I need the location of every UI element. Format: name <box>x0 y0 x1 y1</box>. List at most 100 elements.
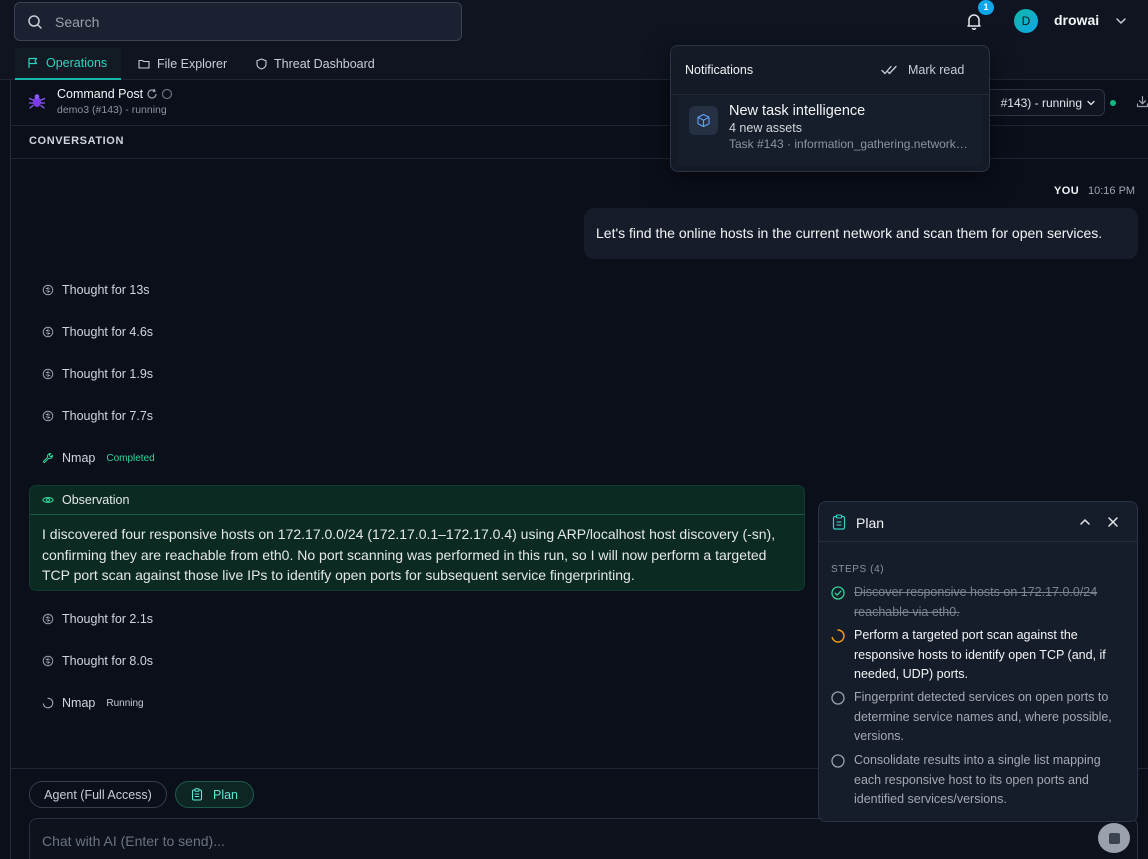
plan-step: Perform a targeted port scan against the… <box>831 626 1131 685</box>
flag-icon <box>27 57 39 69</box>
command-post-subtitle: demo3 (#143) - running <box>57 104 167 116</box>
tool-call-step[interactable]: Nmap Completed <box>42 451 155 465</box>
eye-icon <box>42 494 54 506</box>
command-post-status <box>146 88 173 100</box>
shield-icon <box>256 58 267 70</box>
avatar[interactable]: D <box>1014 9 1038 33</box>
plan-step: Consolidate results into a single list m… <box>831 751 1131 810</box>
notification-badge: 1 <box>978 0 994 15</box>
observation-label: Observation <box>62 493 130 507</box>
plan-step-text: Fingerprint detected services on open po… <box>854 690 1112 743</box>
tab-label: File Explorer <box>157 57 228 71</box>
section-label: CONVERSATION <box>29 135 125 147</box>
brain-icon <box>42 368 54 380</box>
username[interactable]: drowai <box>1054 12 1099 28</box>
brain-icon <box>42 326 54 338</box>
chevron-up-icon[interactable] <box>1078 515 1092 529</box>
chevron-down-icon <box>1086 98 1096 108</box>
task-selector-value: #143) - running <box>1000 95 1082 110</box>
search-input[interactable]: Search <box>55 14 99 30</box>
status-badge: Completed <box>106 452 155 464</box>
thought-step[interactable]: Thought for 4.6s <box>42 325 153 339</box>
user-message: Let's find the online hosts in the curre… <box>584 208 1138 259</box>
tool-label: Nmap <box>62 696 96 710</box>
thought-label: Thought for 2.1s <box>62 612 154 626</box>
plan-step: Fingerprint detected services on open po… <box>831 688 1131 747</box>
mark-read-label: Mark read <box>908 63 965 77</box>
plan-step-text: Perform a targeted port scan against the… <box>854 628 1106 681</box>
tab-file-explorer[interactable]: File Explorer <box>126 48 239 80</box>
cube-icon <box>689 106 718 135</box>
tab-operations[interactable]: Operations <box>15 48 121 80</box>
thought-step[interactable]: Thought for 13s <box>42 283 150 297</box>
download-icon[interactable] <box>1136 95 1148 108</box>
observation-text: I discovered four responsive hosts on 17… <box>42 526 776 583</box>
refresh-icon[interactable] <box>146 88 158 100</box>
task-selector[interactable]: #143) - running <box>983 89 1105 116</box>
notification-item[interactable]: New task intelligence 4 new assets Task … <box>677 96 983 166</box>
message-timestamp: 10:16 PM <box>1088 185 1136 197</box>
thought-step[interactable]: Thought for 2.1s <box>42 612 153 626</box>
thought-step[interactable]: Thought for 8.0s <box>42 654 153 668</box>
status-badge: Running <box>106 697 144 709</box>
command-post-title: Command Post <box>57 87 144 101</box>
tab-label: Operations <box>46 56 108 70</box>
tab-threat-dashboard[interactable]: Threat Dashboard <box>244 48 387 80</box>
observation-header[interactable]: Observation <box>30 486 804 515</box>
spinner-icon <box>42 697 54 709</box>
tool-label: Nmap <box>62 451 96 465</box>
thought-label: Thought for 4.6s <box>62 325 154 339</box>
thought-label: Thought for 7.7s <box>62 409 154 423</box>
observation-card: Observation I discovered four responsive… <box>29 485 805 591</box>
plan-panel: Plan STEPS (4) Discover responsive hosts… <box>818 501 1138 822</box>
wrench-icon <box>42 452 54 464</box>
brain-icon <box>42 613 54 625</box>
stop-icon <box>1108 832 1120 844</box>
brain-icon <box>42 284 54 296</box>
notification-title: New task intelligence <box>729 103 866 119</box>
circle-icon <box>831 754 845 810</box>
check-circle-icon <box>831 586 845 622</box>
search-bar[interactable]: Search <box>14 2 462 41</box>
in-progress-icon <box>831 629 845 685</box>
steps-label: STEPS (4) <box>831 564 885 575</box>
brain-icon <box>42 410 54 422</box>
panel-divider <box>10 80 11 859</box>
plan-button-label: Plan <box>212 787 239 802</box>
thought-label: Thought for 13s <box>62 283 150 297</box>
mark-read-button[interactable]: Mark read <box>881 63 964 77</box>
notification-subtitle: 4 new assets <box>729 121 802 135</box>
tab-label: Threat Dashboard <box>274 57 375 71</box>
thought-label: Thought for 8.0s <box>62 654 154 668</box>
circle-icon <box>831 691 845 747</box>
plan-step-text: Discover responsive hosts on 172.17.0.0/… <box>854 585 1098 619</box>
thought-label: Thought for 1.9s <box>62 367 154 381</box>
tool-call-step[interactable]: Nmap Running <box>42 696 144 710</box>
folder-icon <box>138 58 150 70</box>
chat-input[interactable]: Chat with AI (Enter to send)... <box>29 818 1138 859</box>
running-indicator <box>1110 100 1116 106</box>
search-icon <box>27 14 43 30</box>
top-bar: Search 1 D drowai <box>0 0 1148 46</box>
brain-icon <box>42 655 54 667</box>
bug-icon <box>28 92 46 110</box>
notifications-popover: Notifications Mark read New task intelli… <box>670 45 990 172</box>
close-icon[interactable] <box>1106 515 1120 529</box>
thought-step[interactable]: Thought for 1.9s <box>42 367 153 381</box>
double-check-icon <box>881 64 898 76</box>
clipboard-icon <box>832 514 846 530</box>
plan-header: Plan <box>819 502 1137 542</box>
divider <box>671 94 989 95</box>
thought-step[interactable]: Thought for 7.7s <box>42 409 153 423</box>
notification-meta: Task #143 · information_gathering.networ… <box>729 137 973 151</box>
status-circle-icon <box>161 88 173 100</box>
plan-step: Discover responsive hosts on 172.17.0.0/… <box>831 583 1131 622</box>
notifications-title: Notifications <box>685 63 754 77</box>
message-author: YOU <box>1054 185 1080 197</box>
clipboard-icon <box>191 788 203 801</box>
stop-button[interactable] <box>1098 823 1130 853</box>
plan-title: Plan <box>856 515 885 531</box>
chevron-down-icon[interactable] <box>1114 14 1128 28</box>
agent-mode-button[interactable]: Agent (Full Access) <box>29 781 167 808</box>
plan-toggle-button[interactable]: Plan <box>175 781 254 808</box>
